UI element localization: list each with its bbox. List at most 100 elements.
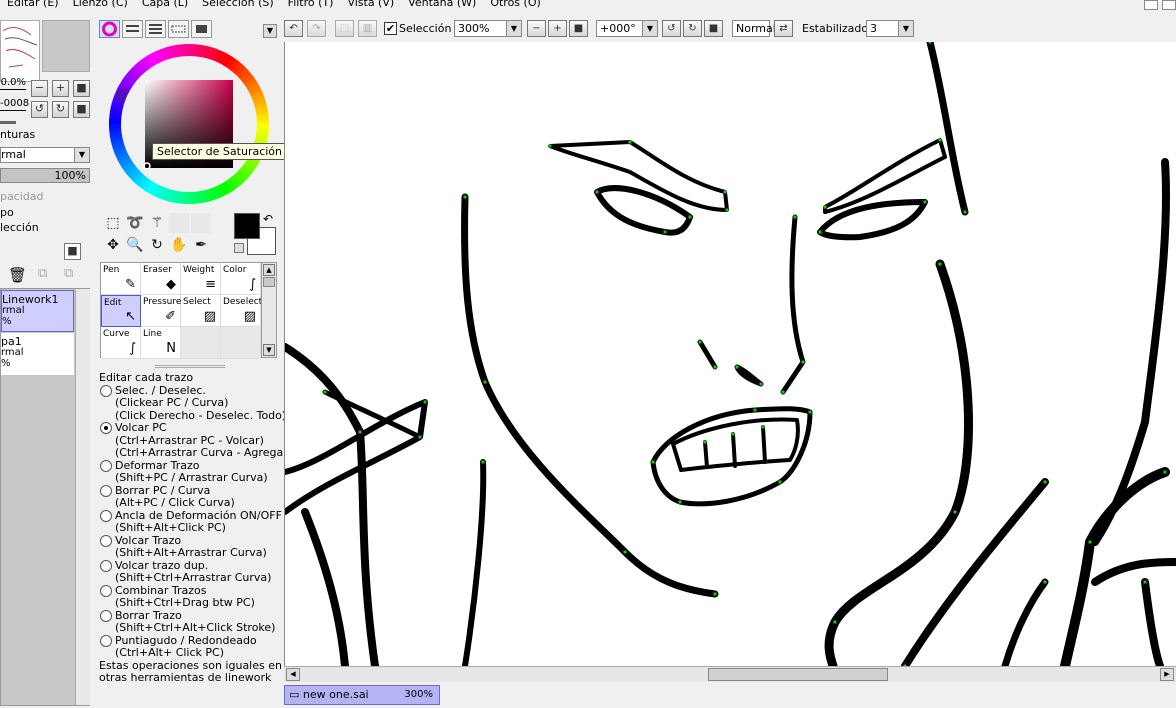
menu-item[interactable]: Otros (O): [483, 0, 547, 14]
linework-drawing[interactable]: [285, 42, 1176, 666]
copy-layer-icon[interactable]: ⧉: [38, 266, 47, 281]
edit-option[interactable]: Volcar PC: [99, 421, 284, 435]
navigator-zoom-value[interactable]: 0.0%: [0, 76, 26, 90]
blend-mode-select[interactable]: rmal ▼: [0, 147, 90, 163]
tool-grid-scrollbar[interactable]: ▲ ▼: [261, 262, 277, 358]
tool-weight[interactable]: Weight ≡: [181, 263, 221, 295]
navigator-angle-value[interactable]: -0008: [0, 97, 29, 111]
layer-item-capa1[interactable]: pa1 rmal %: [1, 333, 74, 375]
layer-item-linework1[interactable]: Linework1 rmal %: [1, 290, 74, 332]
rotate-left-button[interactable]: ↺: [662, 20, 681, 37]
stabilizer-select[interactable]: 3 ▼: [866, 20, 914, 37]
eyedropper-icon[interactable]: ✒: [191, 235, 211, 255]
radio-button[interactable]: [100, 559, 112, 572]
tool-deselect[interactable]: Deselect ▨: [221, 295, 262, 327]
rect-select-icon[interactable]: ⬚: [103, 213, 123, 233]
rotation-select[interactable]: +000° ▼: [596, 20, 658, 37]
opacity-slider[interactable]: 100%: [0, 168, 90, 183]
rotate-reset-button[interactable]: ■: [73, 101, 90, 118]
merge-layer-icon[interactable]: ⧉: [64, 266, 73, 281]
scroll-up-icon[interactable]: ▲: [263, 264, 275, 276]
menu-item[interactable]: Filtro (T): [281, 0, 341, 14]
magic-wand-icon[interactable]: ⚚: [147, 213, 167, 233]
zoom-out-button[interactable]: −: [527, 20, 546, 37]
navigator-preview[interactable]: [0, 20, 40, 82]
tool-select[interactable]: Select ▨: [181, 295, 221, 327]
flip-view-button[interactable]: ⇄: [774, 20, 793, 37]
menu-item[interactable]: Vista (V): [340, 0, 401, 14]
selection-visible-checkbox[interactable]: ✔: [384, 22, 397, 35]
radio-button[interactable]: [100, 484, 112, 497]
rotate-icon[interactable]: ↻: [147, 235, 167, 255]
selection-label: Selección: [399, 22, 452, 35]
rotate-reset-button[interactable]: ■: [704, 20, 723, 37]
zoom-reset-button[interactable]: ■: [569, 20, 588, 37]
radio-button[interactable]: [100, 459, 112, 472]
menu-item[interactable]: Editar (E): [0, 0, 66, 14]
tool-line[interactable]: Line N: [141, 327, 181, 359]
color-wheel-tab[interactable]: [99, 20, 120, 38]
color-wheel[interactable]: [107, 42, 271, 206]
layer-scrollbar[interactable]: [75, 289, 90, 705]
invert-selection-button[interactable]: ▥: [358, 20, 377, 37]
redo-button[interactable]: ↷: [307, 20, 326, 37]
chevron-down-icon[interactable]: ▼: [263, 24, 277, 38]
zoom-in-button[interactable]: +: [548, 20, 567, 37]
zoom-icon[interactable]: 🔍: [125, 235, 145, 255]
menu-item[interactable]: Lienzo (C): [66, 0, 135, 14]
move-icon[interactable]: ✥: [103, 235, 123, 255]
reset-colors-icon[interactable]: [234, 243, 244, 253]
menu-item[interactable]: Capa (L): [135, 0, 195, 14]
scroll-down-icon[interactable]: ▼: [263, 344, 275, 356]
tool-label: Line: [143, 329, 162, 339]
foreground-color-swatch[interactable]: [234, 213, 260, 239]
tool-pen[interactable]: Pen ✎: [101, 263, 141, 295]
clipping-group-label: po: [0, 206, 14, 219]
tool-color[interactable]: Color ∫: [221, 263, 261, 295]
minimize-button[interactable]: [1144, 0, 1158, 10]
menu-item[interactable]: Selección (S): [195, 0, 281, 14]
swatch-tab[interactable]: [168, 20, 189, 38]
lasso-icon[interactable]: ➰: [125, 213, 145, 233]
trash-icon[interactable]: 🗑: [8, 266, 27, 284]
zoom-in-button[interactable]: +: [52, 80, 69, 97]
radio-button[interactable]: [100, 422, 112, 434]
radio-button[interactable]: [100, 384, 112, 397]
hsv-slider-tab[interactable]: [145, 20, 166, 38]
control-points[interactable]: [323, 42, 1167, 666]
drawing-canvas[interactable]: [284, 42, 1176, 666]
deselect-button[interactable]: ⬚: [335, 20, 354, 37]
canvas-horizontal-scrollbar[interactable]: ◀ ▶: [284, 666, 1176, 682]
tool-edit[interactable]: Edit ↖: [101, 295, 141, 327]
close-button[interactable]: [1162, 0, 1176, 10]
scroll-left-icon[interactable]: ◀: [286, 668, 300, 681]
radio-button[interactable]: [100, 534, 112, 547]
radio-button[interactable]: [100, 634, 112, 647]
radio-button[interactable]: [100, 609, 112, 622]
menu-item[interactable]: Ventana (W): [401, 0, 483, 14]
scrollbar-thumb[interactable]: [263, 277, 275, 287]
radio-button[interactable]: [100, 584, 112, 597]
scratchpad-tab[interactable]: [191, 20, 212, 38]
tool-pressure[interactable]: Pressure ✐: [141, 295, 181, 327]
swap-colors-icon[interactable]: ↶: [263, 212, 273, 226]
rotate-right-button[interactable]: ↻: [683, 20, 702, 37]
tool-eraser[interactable]: Eraser ◆: [141, 263, 181, 295]
hand-icon[interactable]: ✋: [169, 235, 189, 255]
tool-label: Select: [183, 297, 211, 307]
view-mode-select[interactable]: Normal: [732, 20, 776, 37]
undo-button[interactable]: ↶: [284, 20, 303, 37]
rgb-slider-tab[interactable]: [122, 20, 143, 38]
rotate-left-button[interactable]: ↺: [31, 101, 48, 118]
zoom-select[interactable]: 300% ▼: [454, 20, 522, 37]
layer-mode: rmal: [2, 305, 25, 316]
radio-button[interactable]: [100, 509, 112, 522]
zoom-reset-button[interactable]: ■: [73, 80, 90, 97]
rotate-right-button[interactable]: ↻: [52, 101, 69, 118]
zoom-out-button[interactable]: −: [31, 80, 48, 97]
scroll-right-icon[interactable]: ▶: [1160, 668, 1174, 681]
tool-curve[interactable]: Curve ∫: [101, 327, 141, 359]
document-tab[interactable]: ▭ new one.sai 300%: [284, 685, 440, 705]
scrollbar-thumb[interactable]: [708, 668, 888, 681]
panel-grip[interactable]: [155, 365, 225, 368]
